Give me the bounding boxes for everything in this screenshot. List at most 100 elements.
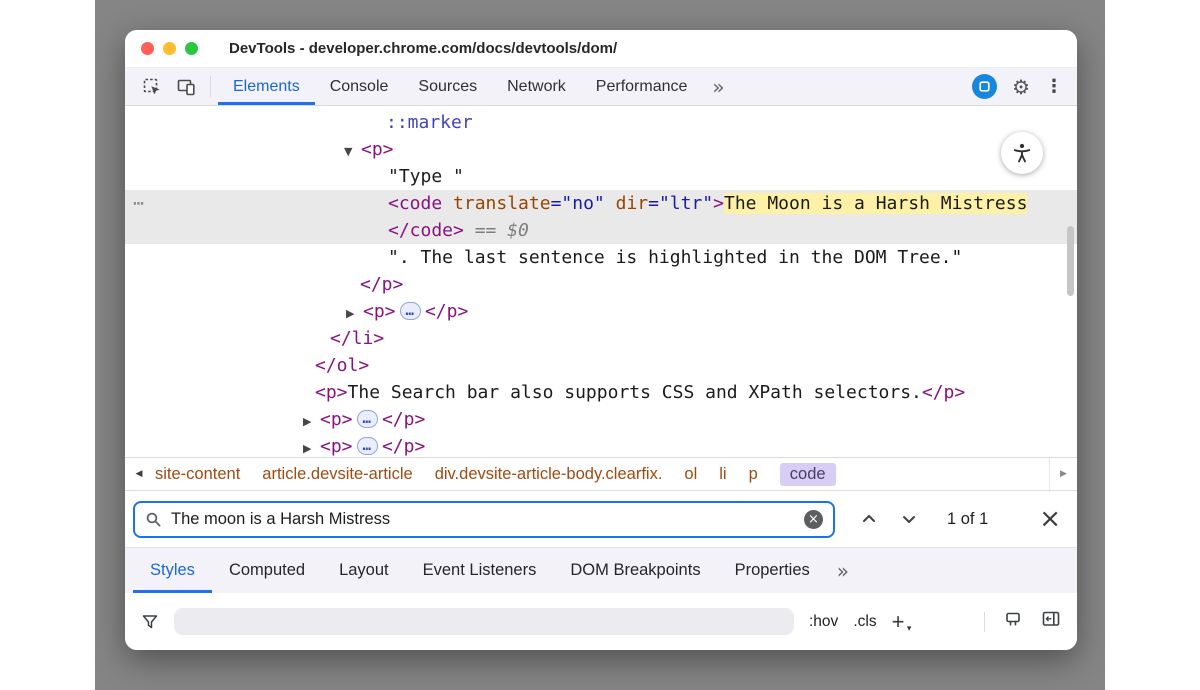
close-search-icon[interactable]: × — [1039, 506, 1061, 532]
tab-sources[interactable]: Sources — [403, 68, 492, 105]
new-style-rule-button[interactable]: + ▾ — [892, 611, 905, 633]
tab-properties[interactable]: Properties — [718, 548, 827, 593]
breadcrumb-bar: ◀ site-content article.devsite-article div… — [125, 457, 1077, 491]
code-segment: </p> — [382, 409, 425, 430]
dom-tree-row[interactable]: <p>The Search bar also supports CSS and … — [125, 379, 1077, 406]
code-segment: <code — [388, 193, 453, 214]
breadcrumb-list: site-content article.devsite-article div.d… — [155, 463, 836, 486]
code-segment: <p> — [315, 382, 348, 403]
accessibility-button[interactable] — [1001, 132, 1043, 174]
expand-arrow-icon[interactable]: ▶ — [346, 300, 363, 327]
plus-caret-icon: ▾ — [907, 625, 912, 634]
filter-funnel-icon[interactable] — [141, 613, 159, 631]
tab-network[interactable]: Network — [492, 68, 581, 105]
maximize-window-button[interactable] — [185, 42, 198, 55]
code-segment — [605, 193, 616, 214]
tab-styles[interactable]: Styles — [133, 548, 212, 593]
vertical-scrollbar[interactable] — [1067, 226, 1074, 296]
toggle-sidebar-icon[interactable] — [1041, 609, 1061, 634]
code-segment: </p> — [382, 436, 425, 457]
code-segment: … — [400, 302, 421, 320]
code-segment: </p> — [425, 301, 468, 322]
breadcrumb-item-ol[interactable]: ol — [684, 465, 697, 484]
chevron-down-icon[interactable] — [901, 511, 917, 527]
dom-tree-row[interactable]: </ol> — [125, 352, 1077, 379]
styles-toolbar-divider — [984, 612, 985, 632]
toolbar-right-icons: ⚙ ⋮ — [972, 68, 1067, 105]
code-segment: </code> — [388, 220, 464, 241]
code-segment: … — [357, 410, 378, 428]
dom-tree-row[interactable]: </p> — [125, 271, 1077, 298]
code-segment: dir — [616, 193, 649, 214]
breadcrumb-scroll-left-icon[interactable]: ◀ — [125, 458, 153, 490]
code-segment: <p> — [320, 409, 353, 430]
more-panel-tabs-icon[interactable]: » — [827, 548, 859, 593]
settings-gear-icon[interactable]: ⚙ — [1012, 75, 1030, 99]
breadcrumb-item-div-devsite-article-body-clearfix-[interactable]: div.devsite-article-body.clearfix. — [435, 465, 663, 484]
window-title: DevTools - developer.chrome.com/docs/dev… — [229, 40, 617, 57]
sidebar-panel-tabs: StylesComputedLayoutEvent ListenersDOM B… — [125, 547, 1077, 593]
dom-tree-row[interactable]: </code> == $0 — [125, 217, 1077, 244]
toggle-class-button[interactable]: .cls — [853, 613, 876, 631]
tab-layout[interactable]: Layout — [322, 548, 406, 593]
breadcrumb-scroll-right-icon[interactable]: ▶ — [1049, 458, 1077, 490]
dom-tree-row[interactable]: </li> — [125, 325, 1077, 352]
dom-tree-row[interactable]: ▶<p>…</p> — [125, 298, 1077, 325]
clear-search-icon[interactable]: × — [804, 510, 823, 529]
breadcrumb-item-li[interactable]: li — [719, 465, 726, 484]
breadcrumb-item-p[interactable]: p — [749, 465, 758, 484]
code-segment: </li> — [330, 328, 384, 349]
code-segment: </p> — [360, 274, 403, 295]
kebab-menu-icon[interactable]: ⋮ — [1045, 76, 1063, 97]
tab-computed[interactable]: Computed — [212, 548, 322, 593]
dom-tree-row[interactable]: "Type " — [125, 163, 1077, 190]
expand-arrow-icon[interactable]: ▶ — [303, 408, 320, 435]
code-segment: translate — [453, 193, 551, 214]
more-tabs-icon[interactable]: » — [702, 68, 734, 105]
dom-tree-row[interactable]: ". The last sentence is highlighted in t… — [125, 244, 1077, 271]
breadcrumb-item-site-content[interactable]: site-content — [155, 465, 240, 484]
code-segment: </p> — [922, 382, 965, 403]
tab-console[interactable]: Console — [315, 68, 404, 105]
tab-elements[interactable]: Elements — [218, 68, 315, 105]
code-segment: > — [713, 193, 724, 214]
accessibility-icon — [1010, 141, 1034, 165]
inspect-element-icon[interactable] — [135, 68, 169, 105]
toolbar-divider — [210, 76, 211, 97]
dom-tree-panel: ::marker▼<p>"Type "⋯<code translate="no"… — [125, 106, 1077, 457]
code-segment: ="ltr" — [648, 193, 713, 214]
code-segment: == — [464, 220, 507, 241]
search-input[interactable] — [171, 510, 795, 529]
plug-icon[interactable] — [1003, 609, 1023, 634]
tab-dom-breakpoints[interactable]: DOM Breakpoints — [553, 548, 717, 593]
popout-icon[interactable] — [972, 74, 997, 99]
minimize-window-button[interactable] — [163, 42, 176, 55]
dom-tree-row[interactable]: ▶<p>…</p> — [125, 406, 1077, 433]
dom-tree-row[interactable]: ▼<p> — [125, 136, 1077, 163]
panel-tabs: StylesComputedLayoutEvent ListenersDOM B… — [133, 548, 827, 593]
tab-event-listeners[interactable]: Event Listeners — [406, 548, 554, 593]
code-segment: The Moon is a Harsh Mistress — [724, 193, 1027, 214]
expand-arrow-icon[interactable]: ▶ — [303, 435, 320, 457]
dom-tree-row[interactable]: ::marker — [125, 109, 1077, 136]
styles-filter-input[interactable] — [174, 608, 794, 635]
collapse-arrow-icon[interactable]: ▼ — [344, 138, 361, 165]
toggle-hover-state-button[interactable]: :hov — [809, 613, 838, 631]
search-box: × — [133, 501, 835, 538]
code-segment: The Search bar also supports CSS and XPa… — [348, 382, 922, 403]
breadcrumb-item-code[interactable]: code — [780, 463, 836, 486]
search-icon — [145, 511, 162, 528]
code-segment: ="no" — [551, 193, 605, 214]
row-overflow-ellipsis-icon[interactable]: ⋯ — [133, 190, 145, 217]
chevron-up-icon[interactable] — [861, 511, 877, 527]
close-window-button[interactable] — [141, 42, 154, 55]
dom-tree-row[interactable]: ⋯ <code translate="no" dir="ltr">The Moon… — [125, 190, 1077, 217]
titlebar: DevTools - developer.chrome.com/docs/dev… — [125, 30, 1077, 67]
dom-tree: ::marker▼<p>"Type "⋯<code translate="no"… — [125, 109, 1077, 457]
dom-tree-row[interactable]: ▶<p>…</p> — [125, 433, 1077, 457]
devtools-toolbar: ElementsConsoleSourcesNetworkPerformance… — [125, 67, 1077, 106]
tab-performance[interactable]: Performance — [581, 68, 703, 105]
main-tabs: ElementsConsoleSourcesNetworkPerformance — [218, 68, 702, 105]
device-toolbar-icon[interactable] — [169, 68, 203, 105]
breadcrumb-item-article-devsite-article[interactable]: article.devsite-article — [262, 465, 412, 484]
